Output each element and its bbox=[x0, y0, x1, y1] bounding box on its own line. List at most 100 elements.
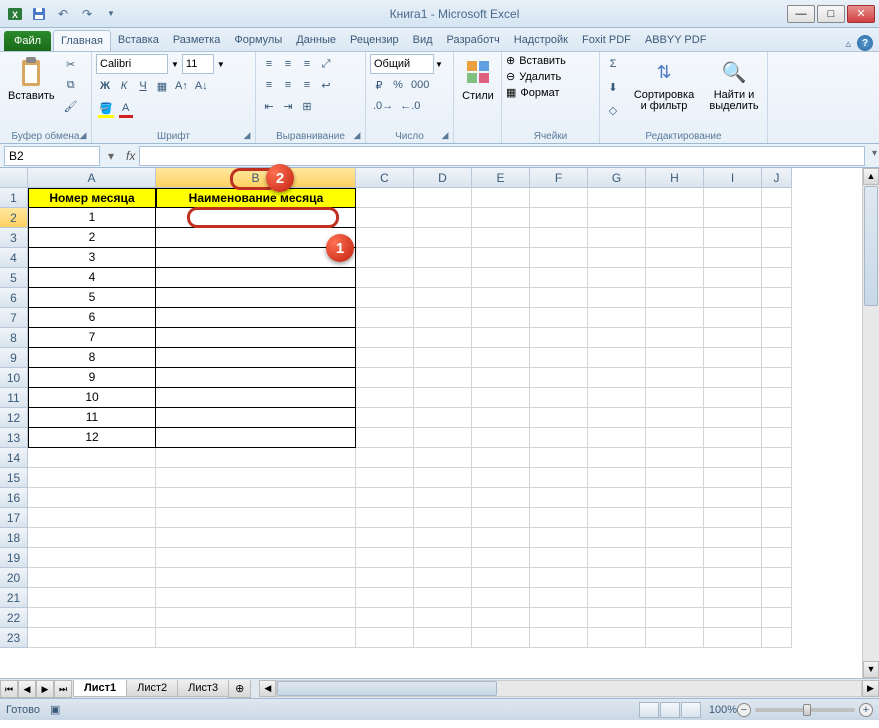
decrease-font-icon[interactable]: A↓ bbox=[192, 76, 211, 96]
cell[interactable] bbox=[588, 548, 646, 568]
cell[interactable] bbox=[156, 208, 356, 228]
cell[interactable] bbox=[762, 348, 792, 368]
cell[interactable] bbox=[704, 608, 762, 628]
cell[interactable] bbox=[156, 228, 356, 248]
row-header[interactable]: 21 bbox=[0, 588, 28, 608]
cell[interactable] bbox=[156, 348, 356, 368]
cell[interactable] bbox=[704, 388, 762, 408]
cell[interactable]: 12 bbox=[28, 428, 156, 448]
cell[interactable] bbox=[704, 428, 762, 448]
cell[interactable] bbox=[156, 388, 356, 408]
cell[interactable] bbox=[646, 288, 704, 308]
ribbon-minimize-icon[interactable]: ▵ bbox=[845, 37, 851, 50]
sheet-prev-icon[interactable]: ◀ bbox=[18, 680, 36, 698]
align-left-icon[interactable]: ≡ bbox=[260, 75, 278, 95]
cell[interactable] bbox=[704, 448, 762, 468]
styles-button[interactable]: Стили bbox=[458, 54, 498, 104]
cell[interactable] bbox=[704, 188, 762, 208]
formula-input[interactable] bbox=[139, 146, 865, 166]
sheet-tab[interactable]: Лист1 bbox=[73, 680, 127, 697]
cell[interactable] bbox=[530, 608, 588, 628]
comma-icon[interactable]: 000 bbox=[408, 75, 432, 95]
cell[interactable] bbox=[414, 188, 472, 208]
macro-record-icon[interactable]: ▣ bbox=[50, 703, 60, 716]
column-header[interactable]: I bbox=[704, 168, 762, 188]
cell[interactable] bbox=[472, 188, 530, 208]
cell[interactable] bbox=[156, 588, 356, 608]
cell[interactable] bbox=[762, 588, 792, 608]
row-header[interactable]: 23 bbox=[0, 628, 28, 648]
wrap-text-icon[interactable]: ↩ bbox=[317, 75, 335, 95]
ribbon-tab-2[interactable]: Разметка bbox=[166, 30, 228, 51]
cell[interactable] bbox=[472, 428, 530, 448]
cell[interactable] bbox=[646, 628, 704, 648]
cell[interactable] bbox=[156, 268, 356, 288]
cell[interactable] bbox=[156, 368, 356, 388]
cell[interactable] bbox=[414, 448, 472, 468]
hscroll-track[interactable] bbox=[276, 680, 862, 697]
row-header[interactable]: 19 bbox=[0, 548, 28, 568]
cell[interactable] bbox=[156, 448, 356, 468]
cell[interactable] bbox=[156, 488, 356, 508]
cell[interactable] bbox=[414, 308, 472, 328]
cell[interactable] bbox=[762, 328, 792, 348]
cell[interactable] bbox=[356, 488, 414, 508]
row-header[interactable]: 20 bbox=[0, 568, 28, 588]
row-header[interactable]: 12 bbox=[0, 408, 28, 428]
cell[interactable] bbox=[762, 548, 792, 568]
cell[interactable] bbox=[646, 348, 704, 368]
cell[interactable] bbox=[530, 408, 588, 428]
scroll-right-icon[interactable]: ▶ bbox=[862, 680, 879, 697]
hscroll-thumb[interactable] bbox=[277, 681, 497, 696]
cell[interactable] bbox=[28, 508, 156, 528]
cell[interactable] bbox=[414, 508, 472, 528]
cell[interactable] bbox=[414, 268, 472, 288]
cell[interactable]: Наименование месяца bbox=[156, 188, 356, 208]
cell[interactable] bbox=[704, 288, 762, 308]
cell[interactable] bbox=[156, 328, 356, 348]
cell[interactable] bbox=[356, 208, 414, 228]
align-launcher-icon[interactable]: ◢ bbox=[351, 129, 363, 141]
sort-filter-button[interactable]: ⇅ Сортировка и фильтр bbox=[628, 54, 700, 114]
cell[interactable] bbox=[472, 628, 530, 648]
cell[interactable] bbox=[588, 408, 646, 428]
cell[interactable] bbox=[472, 488, 530, 508]
zoom-out-button[interactable]: − bbox=[737, 703, 751, 717]
cell[interactable] bbox=[530, 328, 588, 348]
cell[interactable] bbox=[588, 628, 646, 648]
cell[interactable] bbox=[530, 588, 588, 608]
minimize-button[interactable]: — bbox=[787, 5, 815, 23]
cell[interactable] bbox=[472, 508, 530, 528]
name-box-dropdown-icon[interactable]: ▾ bbox=[104, 149, 118, 163]
cell[interactable] bbox=[646, 608, 704, 628]
ribbon-tab-7[interactable]: Разработч bbox=[440, 30, 507, 51]
row-header[interactable]: 2 bbox=[0, 208, 28, 228]
cell[interactable] bbox=[356, 368, 414, 388]
cell[interactable] bbox=[472, 548, 530, 568]
zoom-in-button[interactable]: + bbox=[859, 703, 873, 717]
cell[interactable] bbox=[28, 568, 156, 588]
delete-cells-button[interactable]: ⊖Удалить bbox=[506, 70, 561, 83]
cell[interactable] bbox=[356, 308, 414, 328]
cell[interactable] bbox=[156, 248, 356, 268]
cell[interactable] bbox=[704, 228, 762, 248]
scroll-down-icon[interactable]: ▼ bbox=[863, 661, 879, 678]
row-header[interactable]: 3 bbox=[0, 228, 28, 248]
column-header[interactable]: J bbox=[762, 168, 792, 188]
cell[interactable] bbox=[762, 528, 792, 548]
cell[interactable] bbox=[472, 348, 530, 368]
cell[interactable] bbox=[530, 448, 588, 468]
ribbon-tab-5[interactable]: Рецензир bbox=[343, 30, 406, 51]
cell[interactable] bbox=[646, 568, 704, 588]
cell[interactable] bbox=[28, 588, 156, 608]
cell[interactable] bbox=[762, 388, 792, 408]
cell[interactable] bbox=[414, 528, 472, 548]
horizontal-scrollbar[interactable]: ◀ ▶ bbox=[259, 680, 879, 697]
cell[interactable] bbox=[646, 588, 704, 608]
row-header[interactable]: 10 bbox=[0, 368, 28, 388]
row-header[interactable]: 5 bbox=[0, 268, 28, 288]
cell[interactable] bbox=[588, 368, 646, 388]
cell[interactable]: 7 bbox=[28, 328, 156, 348]
cell[interactable] bbox=[356, 468, 414, 488]
cell[interactable] bbox=[414, 428, 472, 448]
